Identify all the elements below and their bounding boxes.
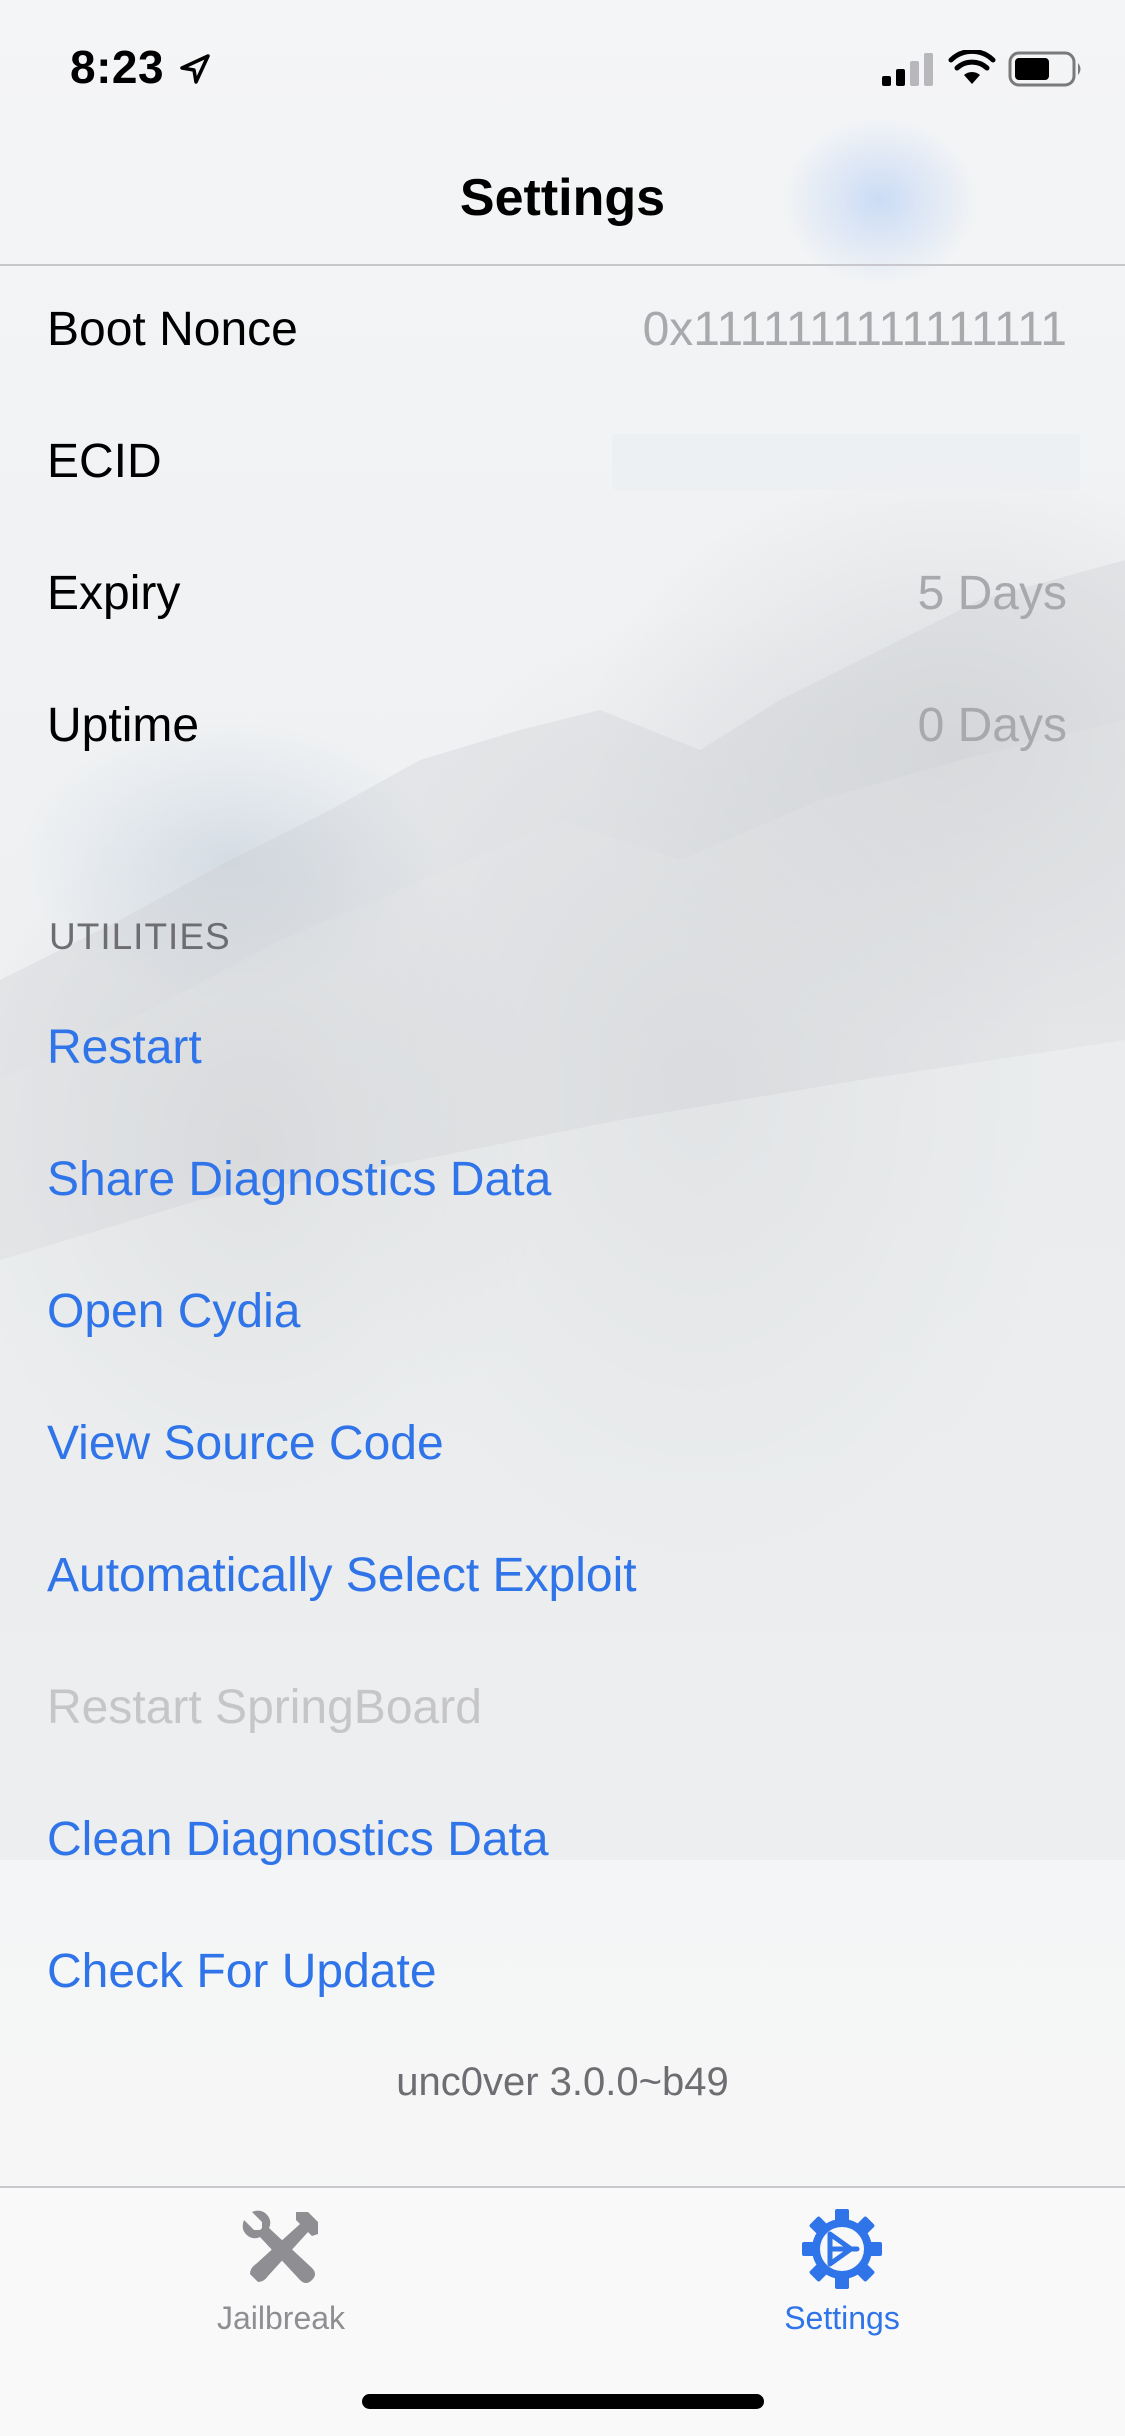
boot-nonce-row[interactable]: Boot Nonce 0x1111111111111111 [0,266,1125,398]
ecid-row[interactable]: ECID [0,398,1125,530]
version-label: unc0ver 3.0.0~b49 [396,2060,729,2104]
row-label: ECID [47,435,162,488]
navigation-bar: Settings [0,132,1125,266]
utilities-section-header: UTILITIES [49,916,231,957]
tab-label: Jailbreak [216,2300,346,2336]
ecid-field[interactable] [612,434,1080,490]
home-indicator[interactable] [362,2394,764,2409]
auto-select-exploit-button[interactable]: Automatically Select Exploit [47,1548,637,1603]
tools-icon [242,2210,318,2283]
expiry-row: Expiry 5 Days [0,530,1125,662]
tab-label: Settings [784,2300,900,2336]
restart-springboard-button[interactable]: Restart SpringBoard [47,1680,482,1735]
uptime-row: Uptime 0 Days [0,662,1125,794]
check-for-update-button[interactable]: Check For Update [47,1944,437,1999]
view-source-code-button[interactable]: View Source Code [47,1416,444,1471]
expiry-value: 5 Days [917,567,1067,620]
restart-button[interactable]: Restart [47,1020,202,1075]
row-label: Expiry [47,567,181,620]
row-label: Uptime [47,699,200,752]
boot-nonce-value[interactable]: 0x1111111111111111 [643,302,1067,357]
tab-settings[interactable]: Settings [712,2206,972,2356]
share-diagnostics-button[interactable]: Share Diagnostics Data [47,1152,551,1207]
uptime-value: 0 Days [917,699,1067,752]
row-label: Boot Nonce [47,303,298,356]
location-arrow-icon [180,54,210,84]
tab-jailbreak[interactable]: Jailbreak [151,2206,411,2356]
clean-diagnostics-button[interactable]: Clean Diagnostics Data [47,1812,549,1867]
status-bar: 8:23 [0,0,1125,132]
gear-icon [802,2209,882,2289]
open-cydia-button[interactable]: Open Cydia [47,1284,300,1339]
cellular-signal-icon [882,53,933,86]
battery-icon [1008,51,1081,87]
status-time: 8:23 [70,41,165,93]
wifi-icon [948,50,996,84]
page-title: Settings [459,169,666,227]
